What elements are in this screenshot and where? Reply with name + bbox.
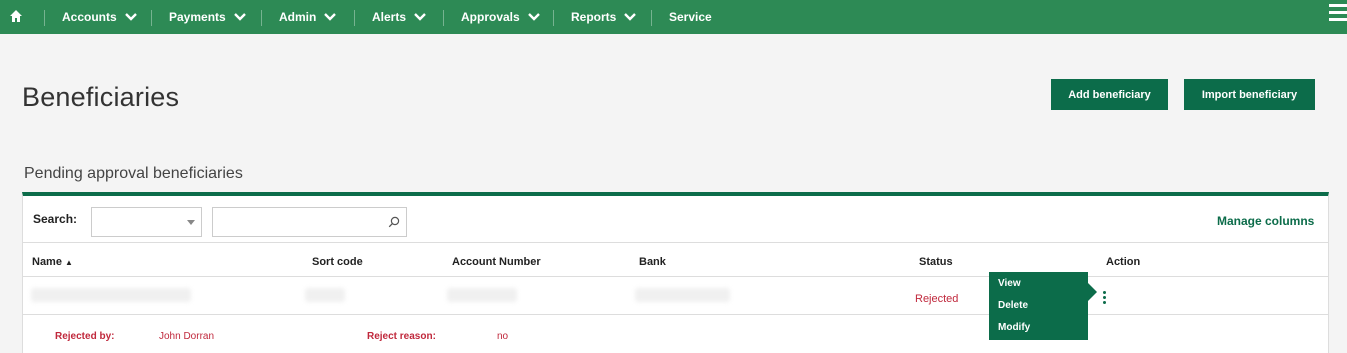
rejected-by-value: John Dorran [159,331,215,342]
home-icon[interactable] [9,9,23,23]
divider [23,314,1328,315]
redacted-sort-code-cell [305,288,345,302]
chevron-down-icon [233,13,246,21]
nav-item-approvals[interactable]: Approvals [461,0,540,34]
reject-reason-label: Reject reason: [367,331,436,342]
menu-item-view[interactable]: View [989,277,1088,299]
redacted-name-cell [31,288,191,302]
nav-item-payments[interactable]: Payments [169,0,246,34]
search-label: Search: [33,212,78,226]
nav-item-label: Alerts [372,10,407,24]
search-input-wrapper [212,207,407,237]
nav-separator [151,10,152,26]
search-field-select[interactable] [91,207,202,237]
chevron-down-icon [324,13,337,21]
more-actions-icon[interactable] [1103,291,1107,307]
column-header-label: Name [32,256,62,268]
column-header-account-number[interactable]: Account Number [452,256,541,268]
nav-separator [443,10,444,26]
redacted-account-number-cell [447,288,517,302]
nav-item-accounts[interactable]: Accounts [62,0,137,34]
page-title: Beneficiaries [22,82,180,112]
chevron-down-icon [624,13,637,21]
column-header-sort-code[interactable]: Sort code [312,256,363,268]
hamburger-menu-icon[interactable] [1329,4,1347,24]
nav-item-reports[interactable]: Reports [571,0,637,34]
nav-separator [651,10,652,26]
search-icon[interactable] [388,216,400,228]
menu-item-modify[interactable]: Modify [989,321,1088,343]
nav-separator [44,10,45,26]
manage-columns-link[interactable]: Manage columns [1217,214,1314,228]
nav-item-label: Reports [571,10,617,24]
chevron-down-icon [414,13,426,21]
nav-item-label: Approvals [461,10,520,24]
nav-item-label: Accounts [62,10,117,24]
column-header-name[interactable]: Name ▲ [32,256,73,268]
divider [23,242,1328,243]
action-menu: View Delete Modify [989,272,1097,343]
nav-item-label: Admin [279,10,317,24]
rejected-by-label: Rejected by: [55,331,115,342]
pending-beneficiaries-panel: Search: Manage columns Name ▲ Sort code A… [22,192,1329,353]
nav-item-service[interactable]: Service [669,0,712,34]
nav-separator [354,10,355,26]
chevron-down-icon [124,13,137,21]
nav-separator [261,10,262,26]
column-header-bank[interactable]: Bank [639,256,666,268]
sort-ascending-icon: ▲ [64,257,73,267]
caret-down-icon [187,220,195,225]
nav-separator [553,10,554,26]
import-beneficiary-button[interactable]: Import beneficiary [1184,79,1315,110]
top-navigation-bar: Accounts Payments Admin Alerts Approvals… [0,0,1347,34]
search-input[interactable] [213,208,373,236]
divider [23,276,1328,277]
nav-item-admin[interactable]: Admin [279,0,337,34]
column-header-action: Action [1106,256,1141,268]
redacted-bank-cell [635,288,730,302]
chevron-down-icon [527,13,540,21]
nav-item-label: Payments [169,10,226,24]
column-header-status[interactable]: Status [919,256,953,268]
section-title: Pending approval beneficiaries [24,165,243,182]
add-beneficiary-button[interactable]: Add beneficiary [1051,79,1168,110]
reject-reason-value: no [497,331,509,342]
nav-item-alerts[interactable]: Alerts [372,0,426,34]
menu-item-delete[interactable]: Delete [989,299,1088,321]
nav-item-label: Service [669,10,712,24]
status-badge: Rejected [915,293,959,305]
